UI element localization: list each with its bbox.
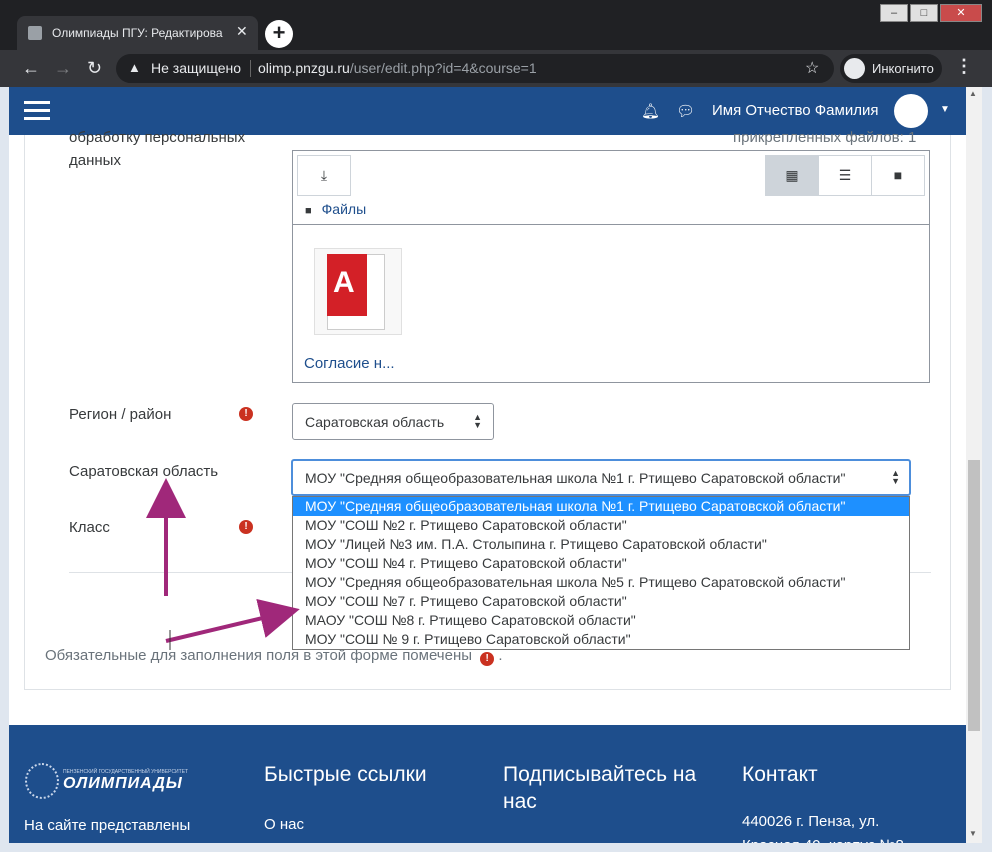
tree-view-folder-icon[interactable]: ■ [871, 155, 925, 196]
url-host: olimp.pnzgu.ru [258, 60, 350, 76]
incognito-label: Инкогнито [872, 61, 934, 76]
forward-arrow-icon[interactable]: → [54, 58, 72, 78]
school-select-value: МОУ "Средняя общеобразовательная школа №… [305, 470, 846, 486]
class-field-label: Класс [69, 519, 110, 536]
window-frame-bottom [0, 843, 992, 852]
grid-view-icon[interactable]: ▦ [765, 155, 819, 196]
select-arrows-icon: ▲ ▼ [891, 468, 900, 486]
required-icon: ! [480, 652, 495, 666]
back-arrow-icon[interactable]: ← [22, 58, 40, 78]
region-field-label: Регион / район [69, 406, 172, 423]
address-divider [250, 60, 251, 77]
incognito-badge[interactable]: Инкогнито [840, 54, 942, 83]
logo-dots-icon [25, 763, 59, 799]
browser-tab[interactable]: Олимпиады ПГУ: Редактирова ✕ [17, 16, 258, 50]
window-frame-left [0, 87, 9, 852]
address-bar[interactable]: ▲ Не защищено olimp.pnzgu.ru/user/edit.p… [116, 54, 834, 83]
required-icon: ! [239, 407, 253, 421]
close-window-button[interactable]: ✕ [940, 4, 982, 22]
folder-icon: ■ [305, 205, 312, 217]
url-path: /user/edit.php?id=4&course=1 [349, 60, 537, 76]
minimize-window-button[interactable]: – [880, 4, 908, 22]
user-avatar[interactable] [894, 94, 928, 128]
school-option[interactable]: МОУ "СОШ №7 г. Ртищево Саратовской облас… [293, 592, 909, 611]
school-option[interactable]: МОУ "Лицей №3 им. П.А. Столыпина г. Ртищ… [293, 535, 909, 554]
school-dropdown-list[interactable]: МОУ "Средняя общеобразовательная школа №… [292, 496, 910, 650]
school-option[interactable]: МОУ "Средняя общеобразовательная школа №… [293, 573, 909, 592]
browser-menu-icon[interactable]: ⋮ [955, 56, 973, 77]
url-text[interactable]: olimp.pnzgu.ru/user/edit.php?id=4&course… [258, 60, 537, 76]
folder-label: Файлы [321, 201, 367, 217]
page-scrollbar[interactable]: ▲ ▼ [966, 87, 982, 843]
close-tab-icon[interactable]: ✕ [236, 23, 248, 40]
file-manager: ⤓ ▦ ☰ ■ ■ Файлы A Согласие н... [292, 150, 930, 383]
scroll-up-icon[interactable]: ▲ [969, 89, 977, 98]
list-view-icon[interactable]: ☰ [818, 155, 872, 196]
school-option[interactable]: МОУ "СОШ № 9 г. Ртищево Саратовской обла… [293, 630, 909, 649]
consent-field-label: обработку персональных данных [69, 129, 246, 169]
notifications-bell-icon[interactable]: 🔔︎ [641, 102, 660, 120]
school-option[interactable]: МОУ "СОШ №4 г. Ртищево Саратовской облас… [293, 554, 909, 573]
school-option[interactable]: МОУ "СОШ №2 г. Ртищево Саратовской облас… [293, 516, 909, 535]
required-icon: ! [239, 520, 253, 534]
maximize-window-button[interactable]: □ [910, 4, 938, 22]
browser-titlebar: Олимпиады ПГУ: Редактирова ✕ + – □ ✕ [0, 0, 992, 50]
attached-files-note: прикрепленных файлов: 1 [733, 129, 917, 146]
scroll-thumb[interactable] [968, 460, 980, 731]
warning-triangle-icon: ▲ [128, 60, 141, 75]
new-tab-button[interactable]: + [265, 20, 293, 48]
messages-chat-icon[interactable]: 💬︎ [676, 102, 695, 120]
select-arrows-icon: ▲ ▼ [473, 412, 482, 430]
page-viewport: 🔔︎ 💬︎ Имя Отчество Фамилия ▼ обработку п… [9, 87, 966, 843]
file-path[interactable]: ■ Файлы [305, 201, 366, 217]
file-name-link[interactable]: Согласие н... [304, 355, 395, 372]
school-option[interactable]: МОУ "Средняя общеобразовательная школа №… [293, 497, 909, 516]
school-option[interactable]: МАОУ "СОШ №8 г. Ртищево Саратовской обла… [293, 611, 909, 630]
school-select[interactable]: МОУ "Средняя общеобразовательная школа №… [291, 459, 911, 496]
window-frame-right [982, 87, 992, 852]
download-icon[interactable]: ⤓ [297, 155, 351, 196]
olympiad-logo[interactable]: ПЕНЗЕНСКИЙ ГОСУДАРСТВЕННЫЙ УНИВЕРСИТЕТ О… [25, 763, 188, 799]
region-select[interactable]: Саратовская область ▲ ▼ [292, 403, 494, 440]
tab-title: Олимпиады ПГУ: Редактирова [52, 26, 223, 40]
security-status[interactable]: Не защищено [151, 60, 241, 76]
incognito-icon [844, 58, 865, 79]
user-name[interactable]: Имя Отчество Фамилия [712, 102, 878, 119]
site-favicon-icon [28, 26, 42, 40]
browser-toolbar: ← → ↻ ▲ Не защищено olimp.pnzgu.ru/user/… [0, 50, 992, 87]
contact-address: 440026 г. Пенза, ул. Красная 40, корпус … [742, 813, 904, 843]
footer-site-text: На сайте представлены [24, 817, 191, 834]
pdf-file-icon[interactable]: A [314, 248, 402, 335]
site-footer: ПЕНЗЕНСКИЙ ГОСУДАРСТВЕННЫЙ УНИВЕРСИТЕТ О… [9, 725, 966, 843]
scroll-down-icon[interactable]: ▼ [969, 829, 977, 838]
contact-heading: Контакт [742, 763, 818, 786]
hamburger-menu-icon[interactable] [24, 101, 50, 121]
quick-links-heading: Быстрые ссылки [264, 763, 427, 786]
logo-title: ОЛИМПИАДЫ [63, 775, 183, 792]
region-select-value: Саратовская область [305, 414, 445, 430]
footer-link-about[interactable]: О нас [264, 816, 304, 833]
file-manager-toolbar: ⤓ ▦ ☰ ■ ■ Файлы [293, 151, 929, 225]
user-menu-caret-icon[interactable]: ▼ [940, 104, 950, 115]
subscribe-heading: Подписывайтесь на нас [503, 763, 697, 813]
reload-icon[interactable]: ↻ [87, 58, 102, 78]
school-field-label: Саратовская область [69, 463, 219, 480]
bookmark-star-icon[interactable]: ☆ [805, 58, 819, 78]
